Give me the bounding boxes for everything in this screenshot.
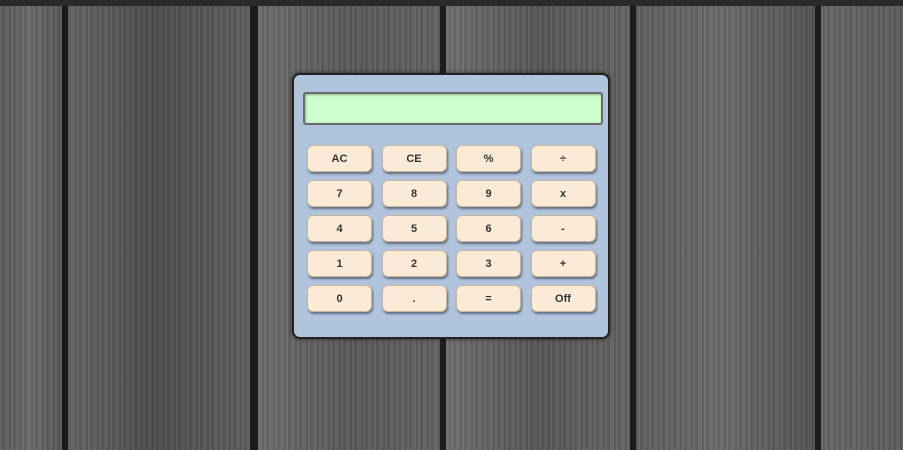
digit-5-button[interactable]: 5	[381, 215, 447, 242]
digit-4-button[interactable]: 4	[307, 215, 372, 242]
calculator-display	[303, 92, 603, 125]
calculator-body: AC CE% ÷ 7 8 9 x 4 5 6- 1 2 3 +0. = Off	[292, 73, 610, 339]
subtract-button[interactable]: -	[530, 215, 596, 242]
digit-7-button[interactable]: 7	[307, 180, 372, 207]
digit-1-button[interactable]: 1	[307, 250, 372, 277]
percent-button[interactable]: %	[456, 145, 521, 172]
divide-button[interactable]: ÷	[530, 145, 596, 172]
keypad: AC CE% ÷ 7 8 9 x 4 5 6- 1 2 3 +0. = Off	[307, 145, 596, 312]
digit-8-button[interactable]: 8	[381, 180, 447, 207]
all-clear-button[interactable]: AC	[307, 145, 372, 172]
digit-3-button[interactable]: 3	[456, 250, 521, 277]
add-button[interactable]: +	[530, 250, 596, 277]
digit-6-button[interactable]: 6	[456, 215, 521, 242]
digit-0-button[interactable]: 0	[307, 285, 372, 312]
off-button[interactable]: Off	[530, 285, 596, 312]
top-edge-bar	[0, 0, 903, 6]
clear-entry-button[interactable]: CE	[381, 145, 447, 172]
multiply-button[interactable]: x	[530, 180, 596, 207]
decimal-point-button[interactable]: .	[381, 285, 447, 312]
digit-9-button[interactable]: 9	[456, 180, 521, 207]
digit-2-button[interactable]: 2	[381, 250, 447, 277]
equals-button[interactable]: =	[456, 285, 521, 312]
